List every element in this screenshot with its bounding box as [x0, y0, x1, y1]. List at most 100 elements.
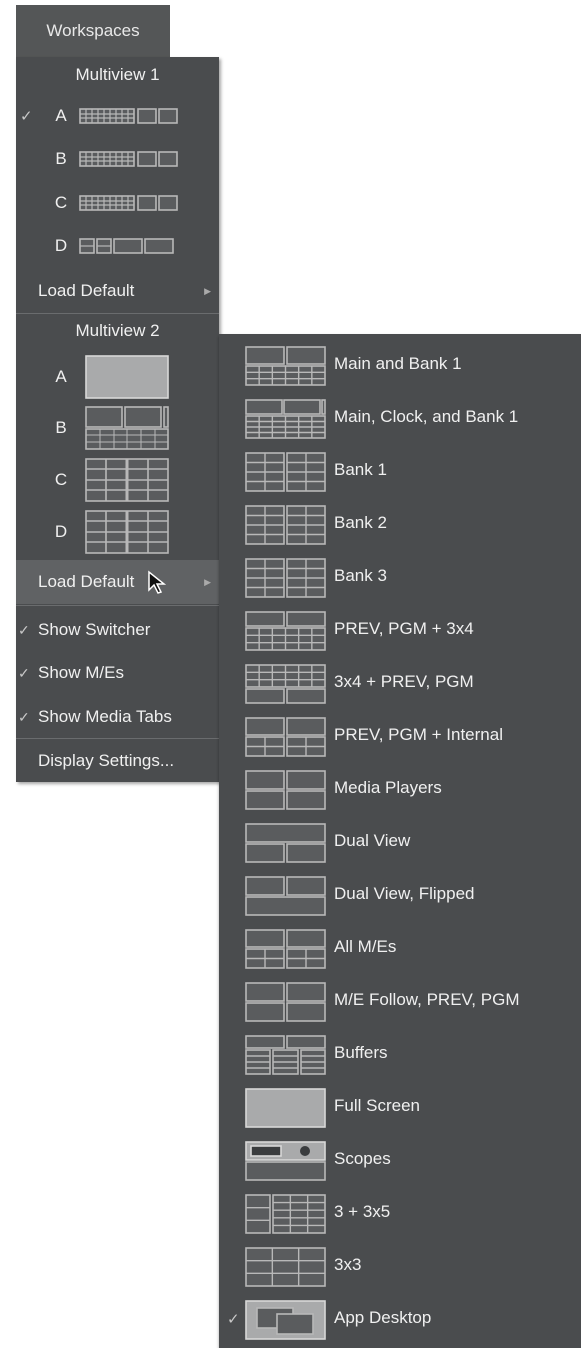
show-switcher-toggle[interactable]: ✓ Show Switcher [16, 608, 219, 652]
grid-layout-icon [79, 151, 178, 167]
submenu-item-label: Main and Bank 1 [334, 354, 462, 373]
submenu-item[interactable]: Dual View, Flipped [219, 870, 581, 923]
layout-letter: A [55, 106, 67, 125]
submenu-item[interactable]: Bank 1 [219, 446, 581, 499]
submenu-item[interactable]: Main, Clock, and Bank 1 [219, 393, 581, 446]
submenu-item-label: Dual View, Flipped [334, 884, 475, 903]
checkmark-icon: ✓ [18, 708, 30, 725]
mv1-layout-d[interactable]: D [16, 224, 219, 268]
bank-icon [245, 452, 326, 492]
submenu-item-label: Full Screen [334, 1096, 420, 1115]
app-desktop-icon [245, 1300, 326, 1340]
layout-letter: D [54, 522, 68, 541]
multiview-2-heading: Multiview 2 [75, 321, 160, 340]
submenu-item[interactable]: M/E Follow, PREV, PGM [219, 976, 581, 1029]
mv2-load-default[interactable]: Load Default ▶ [16, 560, 219, 604]
layout-letter: B [55, 418, 67, 437]
main-clock-bank-layout-icon [85, 406, 169, 450]
submenu-item-label: 3x3 [334, 1255, 362, 1274]
checkmark-icon: ✓ [227, 1311, 240, 1328]
submenu-item-label: App Desktop [334, 1308, 432, 1327]
submenu-item[interactable]: Scopes [219, 1135, 581, 1188]
load-default-label: Load Default [38, 281, 135, 300]
submenu-item[interactable]: 3 + 3x5 [219, 1188, 581, 1241]
bank-icon [245, 558, 326, 598]
display-settings-item[interactable]: Display Settings... [16, 739, 219, 783]
mv1-load-default[interactable]: Load Default ▶ [16, 269, 219, 313]
display-settings-label: Display Settings... [38, 751, 175, 770]
3-plus-3x5-icon [245, 1194, 326, 1234]
submenu-item[interactable]: PREV, PGM + Internal [219, 711, 581, 764]
toggle-label: Show Switcher [38, 620, 151, 639]
submenu-item-label: Media Players [334, 778, 442, 797]
mv2-layout-c[interactable]: C [16, 455, 219, 505]
submenu-item-label: Bank 1 [334, 460, 387, 479]
scopes-icon [245, 1141, 326, 1181]
submenu-item-label: Scopes [334, 1149, 391, 1168]
mv1-layout-c[interactable]: C [16, 181, 219, 225]
me-follow-icon [245, 982, 326, 1022]
submenu-item-label: Bank 2 [334, 513, 387, 532]
submenu-item[interactable]: Buffers [219, 1029, 581, 1082]
prev-pgm-3x4-icon [245, 611, 326, 651]
workspaces-tab[interactable]: Workspaces [16, 5, 170, 57]
multiview-1-heading: Multiview 1 [75, 65, 160, 84]
load-default-label: Load Default [38, 572, 135, 591]
3x4-prev-pgm-icon [245, 664, 326, 704]
workspaces-menu: Multiview 1 ✓ A B C D Load Default ▶ Mul… [16, 57, 219, 782]
submenu-item-label: 3 + 3x5 [334, 1202, 391, 1221]
media-players-icon [245, 770, 326, 810]
show-mes-toggle[interactable]: ✓ Show M/Es [16, 651, 219, 695]
load-default-submenu: Main and Bank 1 Main, Clock, and Bank 1 Ba… [219, 334, 581, 1348]
dual-view-flipped-icon [245, 876, 326, 916]
grid-layout-icon [79, 238, 174, 254]
submenu-item[interactable]: All M/Es [219, 923, 581, 976]
dual-view-icon [245, 823, 326, 863]
all-mes-icon [245, 929, 326, 969]
full-screen-icon [245, 1088, 326, 1128]
checkmark-icon: ✓ [18, 664, 30, 681]
checkmark-icon: ✓ [20, 108, 33, 125]
toggle-label: Show M/Es [38, 663, 124, 682]
submenu-item[interactable]: Main and Bank 1 [219, 340, 581, 393]
submenu-item[interactable]: Full Screen [219, 1082, 581, 1135]
mv1-layout-b[interactable]: B [16, 137, 219, 181]
submenu-item[interactable]: Bank 3 [219, 552, 581, 605]
submenu-item-label: 3x4 + PREV, PGM [334, 672, 474, 691]
submenu-item[interactable]: Media Players [219, 764, 581, 817]
mv2-layout-a[interactable]: A [16, 353, 219, 401]
submenu-item[interactable]: PREV, PGM + 3x4 [219, 605, 581, 658]
submenu-item[interactable]: 3x4 + PREV, PGM [219, 658, 581, 711]
buffers-icon [245, 1035, 326, 1075]
layout-letter: C [54, 193, 68, 212]
submenu-item[interactable]: Dual View [219, 817, 581, 870]
grid-layout-icon [79, 108, 178, 124]
mv2-layout-d[interactable]: D [16, 507, 219, 557]
full-screen-layout-icon [85, 355, 169, 399]
show-media-tabs-toggle[interactable]: ✓ Show Media Tabs [16, 695, 219, 739]
submenu-arrow-icon: ▶ [204, 576, 211, 587]
divider [16, 605, 219, 606]
submenu-item[interactable]: ✓ App Desktop [219, 1294, 581, 1347]
submenu-item-label: PREV, PGM + 3x4 [334, 619, 474, 638]
prev-pgm-internal-icon [245, 717, 326, 757]
layout-letter: D [54, 236, 68, 255]
main-clock-bank-icon [245, 399, 326, 439]
submenu-item-label: All M/Es [334, 937, 397, 956]
layout-letter: B [55, 149, 67, 168]
mv2-layout-b[interactable]: B [16, 403, 219, 453]
submenu-item-label: Dual View [334, 831, 411, 850]
bank-icon [245, 505, 326, 545]
bank-layout-icon [85, 458, 169, 502]
main-bank-icon [245, 346, 326, 386]
mouse-cursor-icon [148, 570, 167, 594]
mv1-layout-a[interactable]: ✓ A [16, 94, 219, 138]
submenu-item[interactable]: Bank 2 [219, 499, 581, 552]
3x3-icon [245, 1247, 326, 1287]
submenu-item-label: Buffers [334, 1043, 388, 1062]
bank-layout-icon [84, 509, 170, 555]
grid-layout-icon [79, 195, 178, 211]
submenu-item[interactable]: 3x3 [219, 1241, 581, 1294]
submenu-item-label: Bank 3 [334, 566, 387, 585]
layout-letter: A [55, 367, 67, 386]
